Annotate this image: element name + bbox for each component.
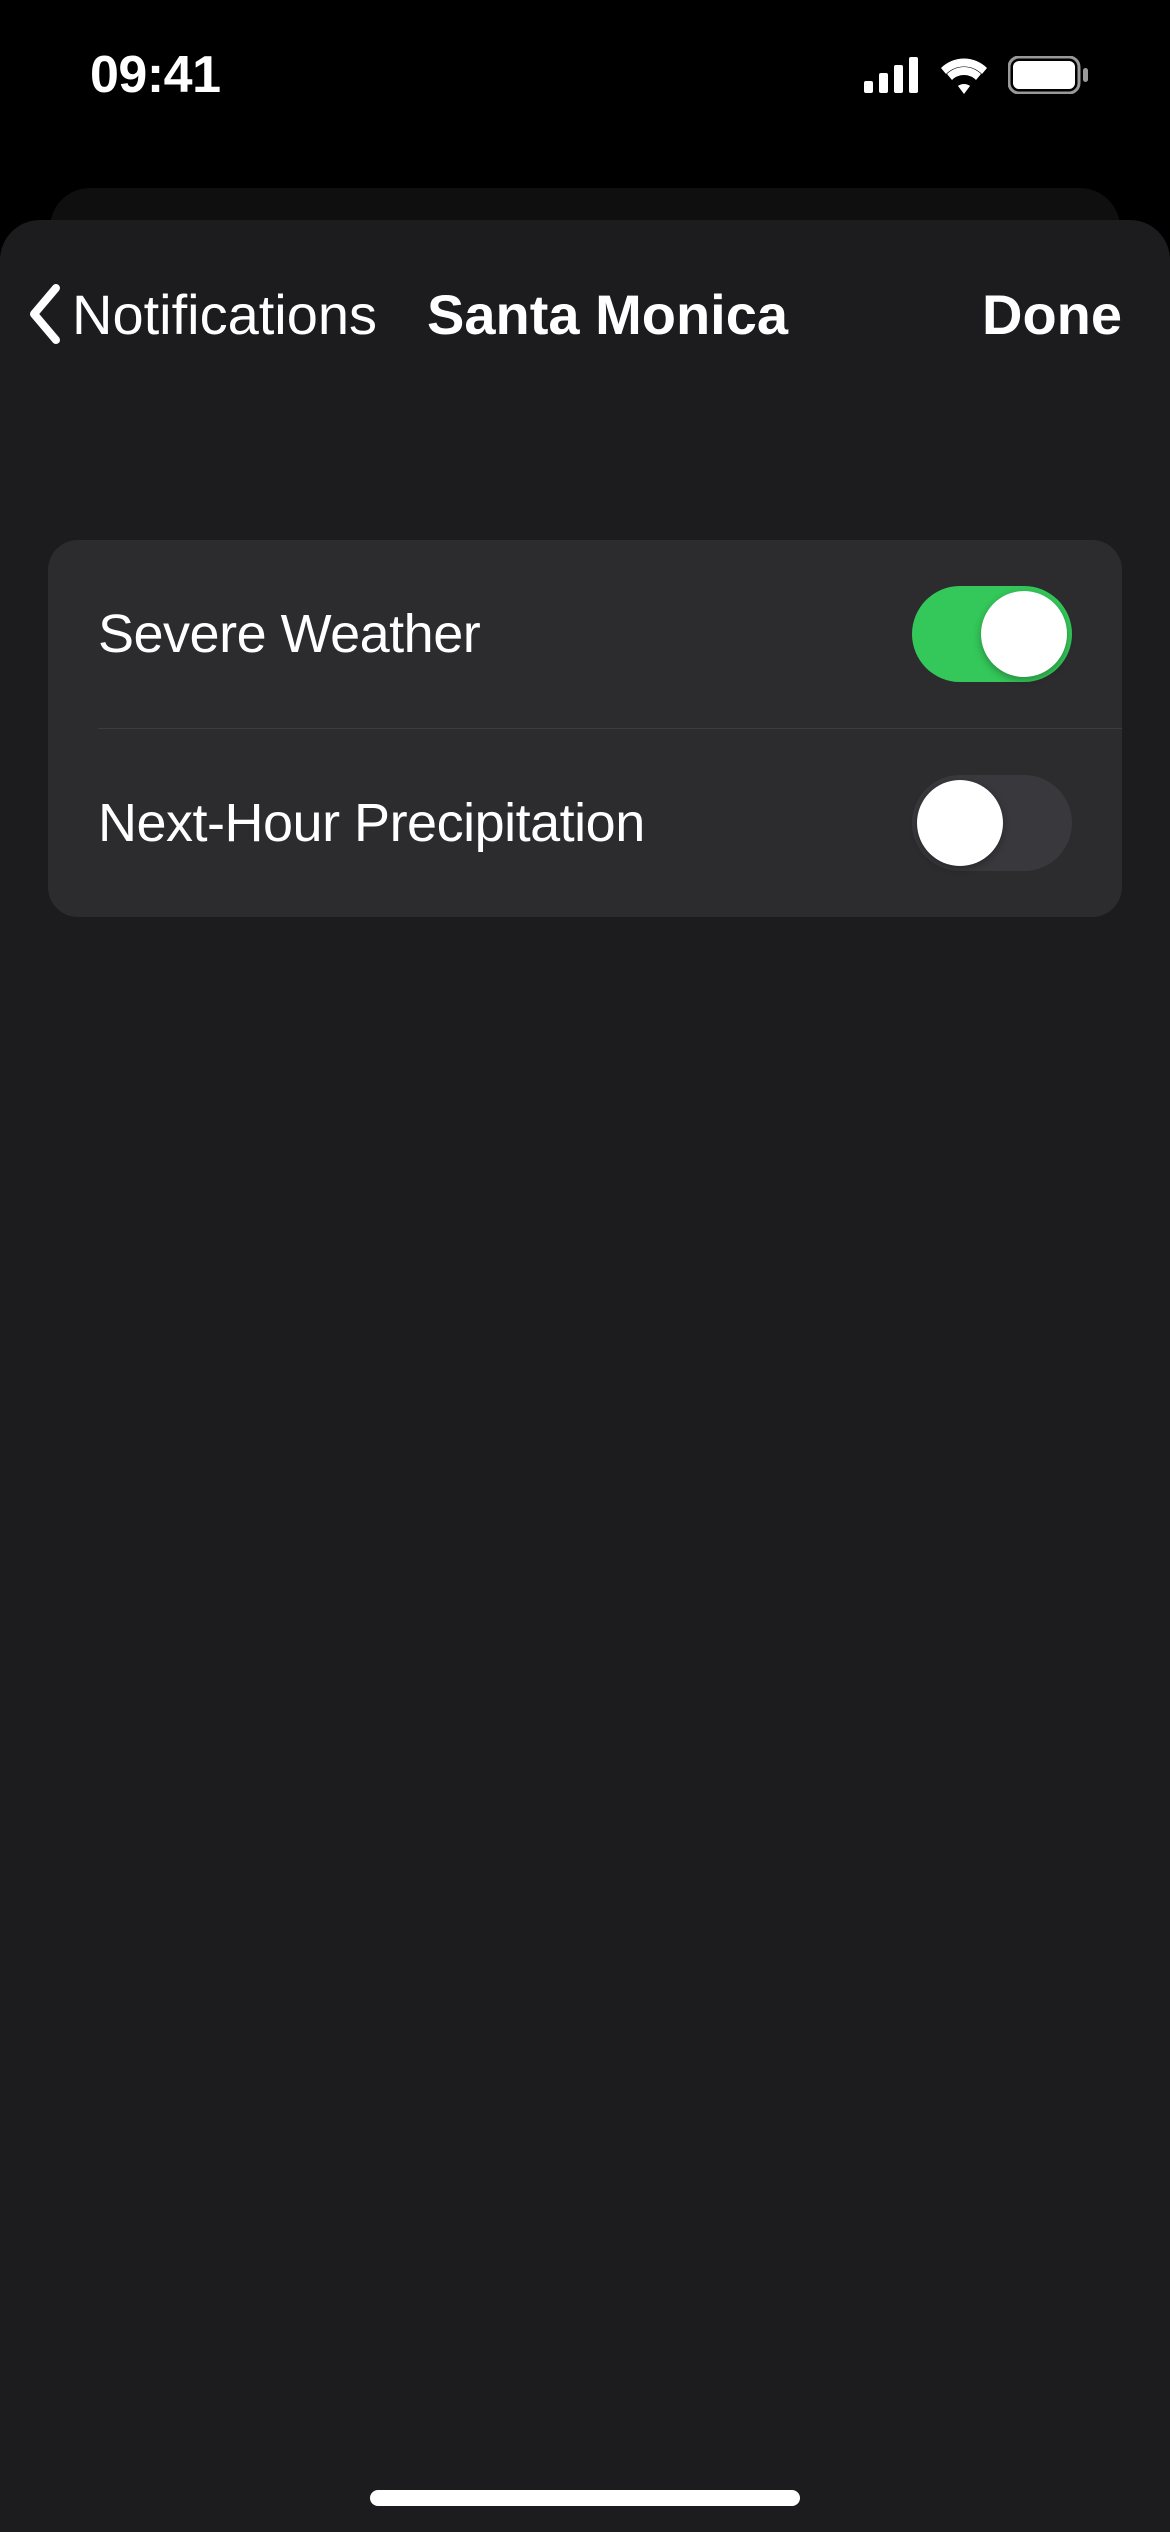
setting-label: Next-Hour Precipitation: [98, 792, 645, 854]
home-indicator[interactable]: [370, 2490, 800, 2506]
chevron-left-icon: [24, 282, 62, 346]
page-title: Santa Monica: [427, 282, 788, 347]
toggle-knob: [981, 591, 1067, 677]
settings-group: Severe Weather Next-Hour Precipitation: [48, 540, 1122, 917]
wifi-icon: [938, 56, 990, 94]
settings-sheet: Notifications Santa Monica Done Severe W…: [0, 220, 1170, 2532]
setting-row-next-hour-precipitation: Next-Hour Precipitation: [98, 728, 1122, 917]
status-bar: 09:41: [0, 0, 1170, 150]
battery-icon: [1008, 56, 1090, 94]
cellular-signal-icon: [864, 57, 920, 93]
next-hour-precipitation-toggle[interactable]: [912, 775, 1072, 871]
back-button[interactable]: Notifications: [24, 282, 377, 347]
setting-row-severe-weather: Severe Weather: [48, 540, 1122, 728]
severe-weather-toggle[interactable]: [912, 586, 1072, 682]
toggle-knob: [917, 780, 1003, 866]
navigation-header: Notifications Santa Monica Done: [0, 220, 1170, 360]
status-icons: [864, 56, 1090, 94]
status-time: 09:41: [90, 45, 221, 105]
back-label: Notifications: [72, 282, 377, 347]
setting-label: Severe Weather: [98, 603, 480, 665]
done-button[interactable]: Done: [982, 282, 1122, 347]
